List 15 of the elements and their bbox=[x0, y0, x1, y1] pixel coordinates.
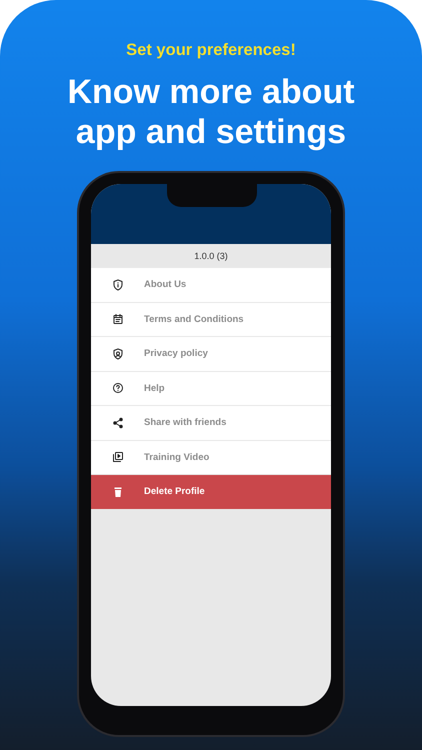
tagline: Set your preferences! bbox=[126, 41, 296, 60]
menu-item[interactable]: Help bbox=[91, 372, 331, 405]
video-library-icon bbox=[112, 451, 124, 464]
calendar-icon bbox=[112, 313, 124, 326]
headline: Know more about app and settings bbox=[66, 72, 356, 152]
menu-item[interactable]: About Us bbox=[91, 268, 331, 302]
menu-item[interactable]: Privacy policy bbox=[91, 337, 331, 370]
menu-item[interactable]: Terms and Conditions bbox=[91, 302, 331, 336]
menu-item[interactable]: Training Video bbox=[91, 440, 331, 474]
delete-profile-button[interactable]: Delete Profile bbox=[91, 475, 331, 508]
menu-item[interactable]: Share with friends bbox=[91, 406, 331, 440]
info-shield-icon bbox=[112, 278, 124, 291]
share-icon bbox=[112, 416, 124, 429]
trash-icon bbox=[112, 486, 124, 498]
help-icon bbox=[112, 382, 124, 394]
